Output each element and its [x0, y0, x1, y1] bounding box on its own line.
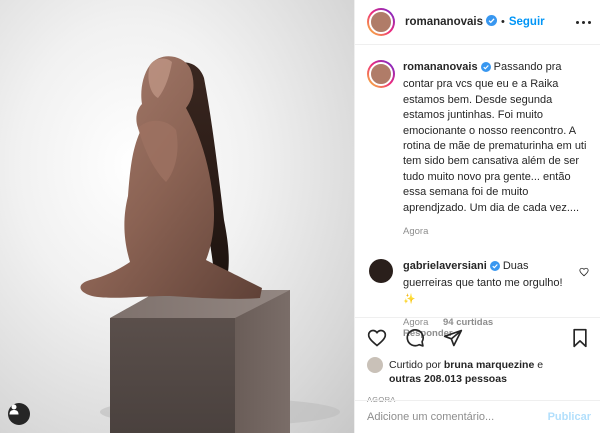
comment-text: gabrielaversiani Duas guerreiras que tan…	[403, 259, 567, 307]
caption-author[interactable]: romananovais	[403, 61, 478, 73]
publish-button[interactable]: Publicar	[548, 411, 591, 423]
comment-like-icon[interactable]	[579, 267, 589, 277]
verified-icon	[489, 261, 500, 276]
sparkle-emoji: ✨	[403, 293, 416, 305]
user-tag-icon[interactable]	[8, 403, 30, 425]
follow-button[interactable]: Seguir	[509, 16, 545, 28]
post-header: romananovais • Seguir	[355, 0, 600, 45]
commenter-username[interactable]: gabrielaversiani	[403, 260, 487, 272]
action-icons	[367, 324, 589, 352]
liked-by-text: Curtido por bruna marquezine e outras 20…	[389, 358, 543, 386]
caption-text: romananovais Passando pra contar pra vcs…	[403, 60, 589, 216]
verified-icon	[485, 15, 497, 29]
heart-icon[interactable]	[367, 328, 387, 348]
post-panel: romananovais • Seguir romananovais Passa…	[354, 0, 600, 433]
liked-by-prefix: Curtido por	[389, 359, 441, 371]
post-photo[interactable]	[0, 0, 354, 433]
liker-avatar[interactable]	[367, 357, 383, 373]
verified-icon	[480, 62, 491, 77]
comments-section: romananovais Passando pra contar pra vcs…	[355, 46, 600, 339]
comment-input[interactable]	[367, 411, 548, 423]
liked-by-user[interactable]: bruna marquezine	[444, 359, 534, 371]
photo-artwork	[80, 56, 340, 433]
share-icon[interactable]	[443, 328, 463, 348]
bookmark-icon[interactable]	[571, 328, 589, 348]
add-comment-bar: Publicar	[355, 400, 600, 433]
dot-separator: •	[500, 16, 505, 28]
more-icon[interactable]	[576, 20, 591, 24]
commenter-avatar[interactable]	[369, 259, 393, 284]
caption-meta: Agora	[403, 226, 589, 237]
liked-by: Curtido por bruna marquezine e outras 20…	[367, 357, 589, 386]
caption-avatar[interactable]	[367, 60, 395, 88]
liked-by-conj: e	[537, 359, 544, 371]
author-avatar[interactable]	[367, 8, 395, 36]
caption-comment: romananovais Passando pra contar pra vcs…	[367, 60, 589, 237]
comment-icon[interactable]	[405, 328, 425, 348]
author-username[interactable]: romananovais	[405, 16, 483, 28]
caption-body: Passando pra contar pra vcs que eu e a R…	[403, 61, 587, 214]
post-actions: Curtido por bruna marquezine e outras 20…	[355, 317, 600, 404]
liked-by-others[interactable]: outras 208.013 pessoas	[389, 373, 507, 385]
caption-time[interactable]: Agora	[403, 226, 428, 237]
